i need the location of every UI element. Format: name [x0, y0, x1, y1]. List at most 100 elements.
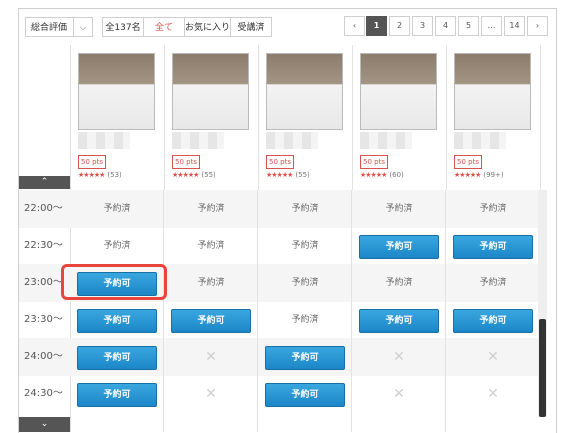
- slot-cell: 予約可: [258, 375, 352, 413]
- tab-favorites[interactable]: お気に入り: [185, 18, 232, 36]
- booked-slot: 予約済: [103, 204, 131, 214]
- slot-cell: 予約可: [70, 338, 164, 376]
- teacher-card[interactable]: 50 pts ★★★★★ (55): [164, 45, 259, 190]
- price-badge: 50 pts: [266, 155, 294, 169]
- scroll-down-arrow-icon[interactable]: ⌄: [19, 417, 70, 432]
- tab-taken[interactable]: 受講済: [231, 18, 271, 36]
- close-icon: ✕: [487, 349, 499, 365]
- teacher-name-blurred: [172, 132, 224, 149]
- booked-slot: 予約済: [197, 204, 225, 214]
- book-button[interactable]: 予約可: [453, 309, 533, 333]
- teacher-card[interactable]: 50 pts ★★★★★ (55): [258, 45, 353, 190]
- time-label: 23:00〜: [24, 277, 63, 288]
- page-button-5[interactable]: 5: [458, 16, 479, 36]
- page-prev-button[interactable]: ‹: [344, 16, 365, 36]
- booked-slot: 予約済: [385, 204, 413, 214]
- slot-cell: 予約可: [70, 375, 164, 413]
- teacher-name-blurred: [266, 132, 318, 149]
- book-button[interactable]: 予約可: [453, 235, 533, 259]
- booked-slot: 予約済: [479, 204, 507, 214]
- page-button-14[interactable]: 14: [504, 16, 525, 36]
- time-label: 22:00〜: [24, 203, 63, 214]
- slot-cell: 予約可: [70, 301, 164, 339]
- star-icons: ★★★★★: [78, 171, 105, 179]
- time-label: 24:00〜: [24, 351, 63, 362]
- teacher-photo[interactable]: [78, 53, 155, 130]
- unavailable-slot: ✕: [446, 338, 540, 376]
- book-button[interactable]: 予約可: [171, 309, 251, 333]
- teacher-card[interactable]: 50 pts ★★★★★ (99+): [446, 45, 541, 190]
- close-icon: ✕: [393, 386, 405, 402]
- scrollbar-thumb[interactable]: [539, 319, 546, 417]
- schedule-row: 22:30〜 予約済 予約済 予約済 予約可 予約可: [19, 227, 538, 265]
- booked-slot: 予約済: [479, 278, 507, 288]
- teacher-name-blurred: [454, 132, 506, 149]
- book-button[interactable]: 予約可: [265, 346, 345, 370]
- teacher-photo[interactable]: [172, 53, 249, 130]
- price-badge: 50 pts: [454, 155, 482, 169]
- tab-total-count[interactable]: 全137名: [103, 18, 144, 36]
- close-icon: ✕: [205, 386, 217, 402]
- review-count: (53): [107, 171, 122, 179]
- page-ellipsis: …: [481, 16, 502, 36]
- schedule-row: 24:00〜 予約可 ✕ 予約可 ✕ ✕: [19, 338, 538, 376]
- teacher-card[interactable]: 50 pts ★★★★★ (60): [352, 45, 447, 190]
- price-badge: 50 pts: [360, 155, 388, 169]
- divider: [163, 190, 164, 432]
- divider: [257, 190, 258, 432]
- book-button[interactable]: 予約可: [77, 383, 157, 407]
- price-badge: 50 pts: [78, 155, 106, 169]
- rating: ★★★★★ (55): [266, 171, 310, 179]
- review-count: (99+): [483, 171, 504, 179]
- booked-slot: 予約済: [291, 241, 319, 251]
- rating: ★★★★★ (99+): [454, 171, 504, 179]
- teacher-photo[interactable]: [266, 53, 343, 130]
- highlight-box: [61, 264, 167, 300]
- teacher-name-blurred: [360, 132, 412, 149]
- teacher-photo[interactable]: [454, 53, 531, 130]
- rating: ★★★★★ (55): [172, 171, 216, 179]
- page-next-button[interactable]: ›: [527, 16, 548, 36]
- scroll-up-arrow-icon[interactable]: ⌃: [19, 176, 70, 189]
- sort-select-label: 総合評価: [31, 23, 68, 33]
- page-button-2[interactable]: 2: [389, 16, 410, 36]
- teacher-card[interactable]: 50 pts ★★★★★ (53): [70, 45, 165, 190]
- price-badge: 50 pts: [172, 155, 200, 169]
- close-icon: ✕: [205, 349, 217, 365]
- booked-slot: 予約済: [291, 278, 319, 288]
- chevron-down-icon: ⌵: [73, 18, 92, 36]
- schedule-row: 24:30〜 予約可 ✕ 予約可 ✕ ✕: [19, 375, 538, 413]
- star-icons: ★★★★★: [266, 171, 293, 179]
- star-icons: ★★★★★: [360, 171, 387, 179]
- booked-slot: 予約済: [291, 204, 319, 214]
- tab-all[interactable]: 全て: [144, 18, 185, 36]
- time-label: 23:30〜: [24, 314, 63, 325]
- divider: [351, 190, 352, 432]
- sort-select[interactable]: 総合評価 ⌵: [25, 17, 93, 37]
- divider: [445, 190, 446, 432]
- booked-slot: 予約済: [385, 278, 413, 288]
- book-button[interactable]: 予約可: [359, 235, 439, 259]
- rating: ★★★★★ (53): [78, 171, 122, 179]
- book-button[interactable]: 予約可: [77, 309, 157, 333]
- page-button-1[interactable]: 1: [366, 16, 387, 36]
- star-icons: ★★★★★: [172, 171, 199, 179]
- slot-cell: 予約可: [352, 227, 446, 265]
- rating: ★★★★★ (60): [360, 171, 404, 179]
- unavailable-slot: ✕: [164, 338, 258, 376]
- filter-tabs: 全137名 全て お気に入り 受講済: [102, 17, 272, 37]
- slot-cell: 予約可: [164, 301, 258, 339]
- time-label: 24:30〜: [24, 388, 63, 399]
- page-button-4[interactable]: 4: [435, 16, 456, 36]
- booked-slot: 予約済: [103, 241, 131, 251]
- book-button[interactable]: 予約可: [265, 383, 345, 407]
- review-count: (55): [295, 171, 310, 179]
- slot-cell: 予約可: [258, 338, 352, 376]
- teacher-photo[interactable]: [360, 53, 437, 130]
- close-icon: ✕: [393, 349, 405, 365]
- book-button[interactable]: 予約可: [359, 309, 439, 333]
- book-button[interactable]: 予約可: [77, 346, 157, 370]
- star-icons: ★★★★★: [454, 171, 481, 179]
- slot-cell: 予約可: [352, 301, 446, 339]
- page-button-3[interactable]: 3: [412, 16, 433, 36]
